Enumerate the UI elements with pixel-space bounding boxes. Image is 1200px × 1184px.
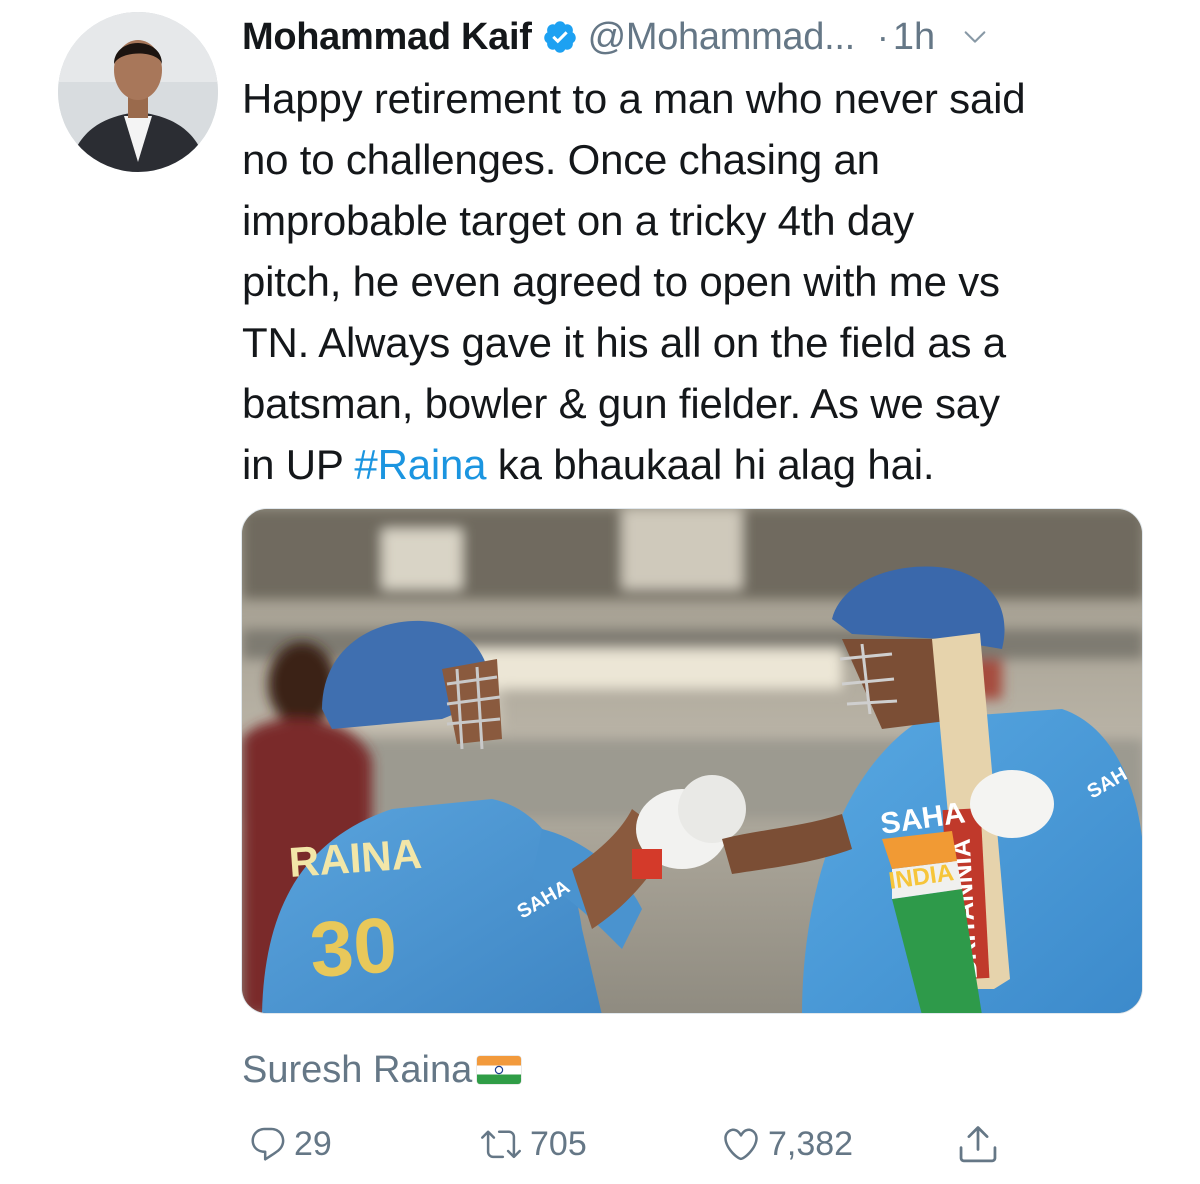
author-handle[interactable]: @Mohammad... [588,16,856,59]
tweet-text-line: pitch, he even agreed to open with me vs [242,258,1000,305]
profile-photo [58,12,218,172]
share-icon [956,1122,1000,1166]
avatar[interactable] [58,12,218,172]
retweet-count: 705 [530,1124,587,1163]
tweet-text-line: TN. Always gave it his all on the field … [242,319,1006,366]
tweet-text-line-last: in UP #Raina ka bhaukaal hi alag hai. [242,434,1162,495]
tweet-photo[interactable]: BRITANNIA RAINA 30 SAHA SAHA INDIA SAH [241,508,1143,1014]
tweet-text: Happy retirement to a man who never said… [242,68,1162,495]
share-button[interactable] [956,1116,1000,1172]
tweet-text-line: Happy retirement to a man who never said [242,75,1026,122]
verified-badge-icon [542,19,578,55]
tweet-time[interactable]: 1h [893,16,935,59]
like-count: 7,382 [768,1124,854,1163]
text-after-hashtag: ka bhaukaal hi alag hai. [486,441,935,488]
like-button[interactable]: 7,382 [720,1116,853,1172]
jersey-name-text: RAINA [287,830,423,886]
author-name[interactable]: Mohammad Kaif [242,16,532,59]
text-before-hashtag: in UP [242,441,355,488]
heart-icon [720,1124,762,1164]
tweet-text-line: batsman, bowler & gun fielder. As we say [242,380,1000,427]
reply-button[interactable]: 29 [248,1116,332,1172]
time-separator: · [876,16,889,57]
tweet[interactable]: Mohammad Kaif @Mohammad... · 1h Happy re… [0,0,1200,1184]
reply-icon [248,1124,288,1164]
jersey-number-text: 30 [307,900,400,994]
hashtag-link[interactable]: #Raina [354,441,486,488]
retweet-icon [478,1124,524,1164]
tagged-user-name[interactable]: Suresh Raina [242,1049,472,1092]
tweet-header: Mohammad Kaif @Mohammad... · 1h [242,10,1182,64]
cricket-photo: BRITANNIA RAINA 30 SAHA SAHA INDIA SAH [242,509,1142,1013]
tweet-text-line: improbable target on a tricky 4th day [242,197,914,244]
tweet-actions: 29 705 7,382 [242,1116,1142,1172]
reply-count: 29 [294,1124,332,1163]
india-flag-icon [476,1055,522,1085]
retweet-button[interactable]: 705 [478,1116,587,1172]
tagged-user[interactable]: Suresh Raina [242,1040,522,1100]
chevron-down-icon[interactable] [961,23,989,51]
tweet-text-line: no to challenges. Once chasing an [242,136,880,183]
